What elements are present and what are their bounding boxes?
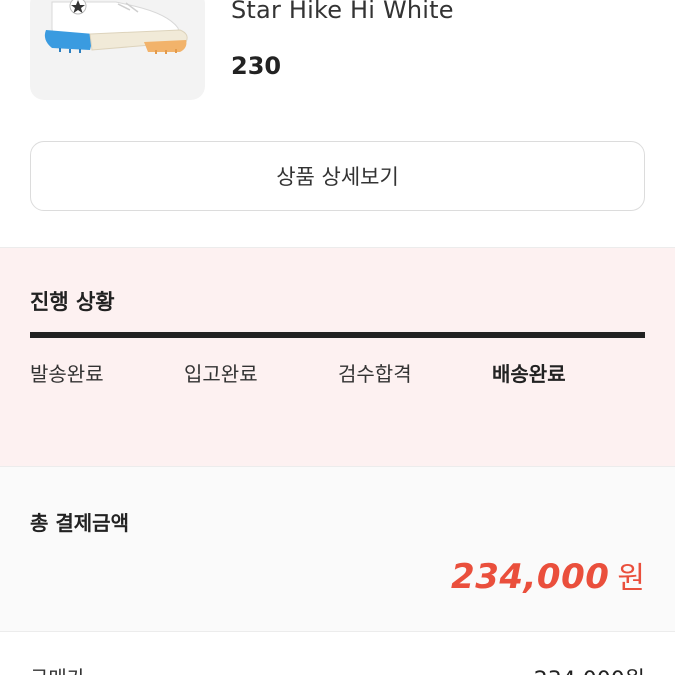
product-detail-button[interactable]: 상품 상세보기	[30, 141, 645, 211]
product-summary: Star Hike Hi White 230 상품 상세보기	[0, 0, 675, 247]
total-payment-unit: 원	[617, 561, 645, 596]
product-size: 230	[231, 52, 282, 80]
total-payment-panel: 총 결제금액 234,000 원	[0, 466, 675, 631]
purchase-price-label: 구매가	[30, 662, 85, 675]
step-received: 입고완료	[184, 362, 258, 386]
progress-title: 진행 상황	[30, 290, 115, 314]
purchase-price-value: 234,000원	[534, 662, 645, 675]
product-thumbnail[interactable]	[30, 0, 205, 100]
step-shipped: 발송완료	[30, 362, 104, 386]
step-inspection-passed: 검수합격	[338, 362, 412, 386]
progress-bar	[30, 332, 645, 338]
sneaker-image-icon	[44, 0, 188, 54]
total-payment-label: 총 결제금액	[30, 511, 129, 535]
total-payment-amount: 234,000 원	[451, 553, 645, 597]
progress-status-panel: 진행 상황 발송완료 입고완료 검수합격 배송완료	[0, 247, 675, 466]
total-payment-number: 234,000	[451, 557, 610, 597]
product-name: Star Hike Hi White	[231, 0, 454, 24]
price-breakdown: 구매가 234,000원	[0, 631, 675, 675]
step-delivered: 배송완료	[492, 362, 566, 386]
